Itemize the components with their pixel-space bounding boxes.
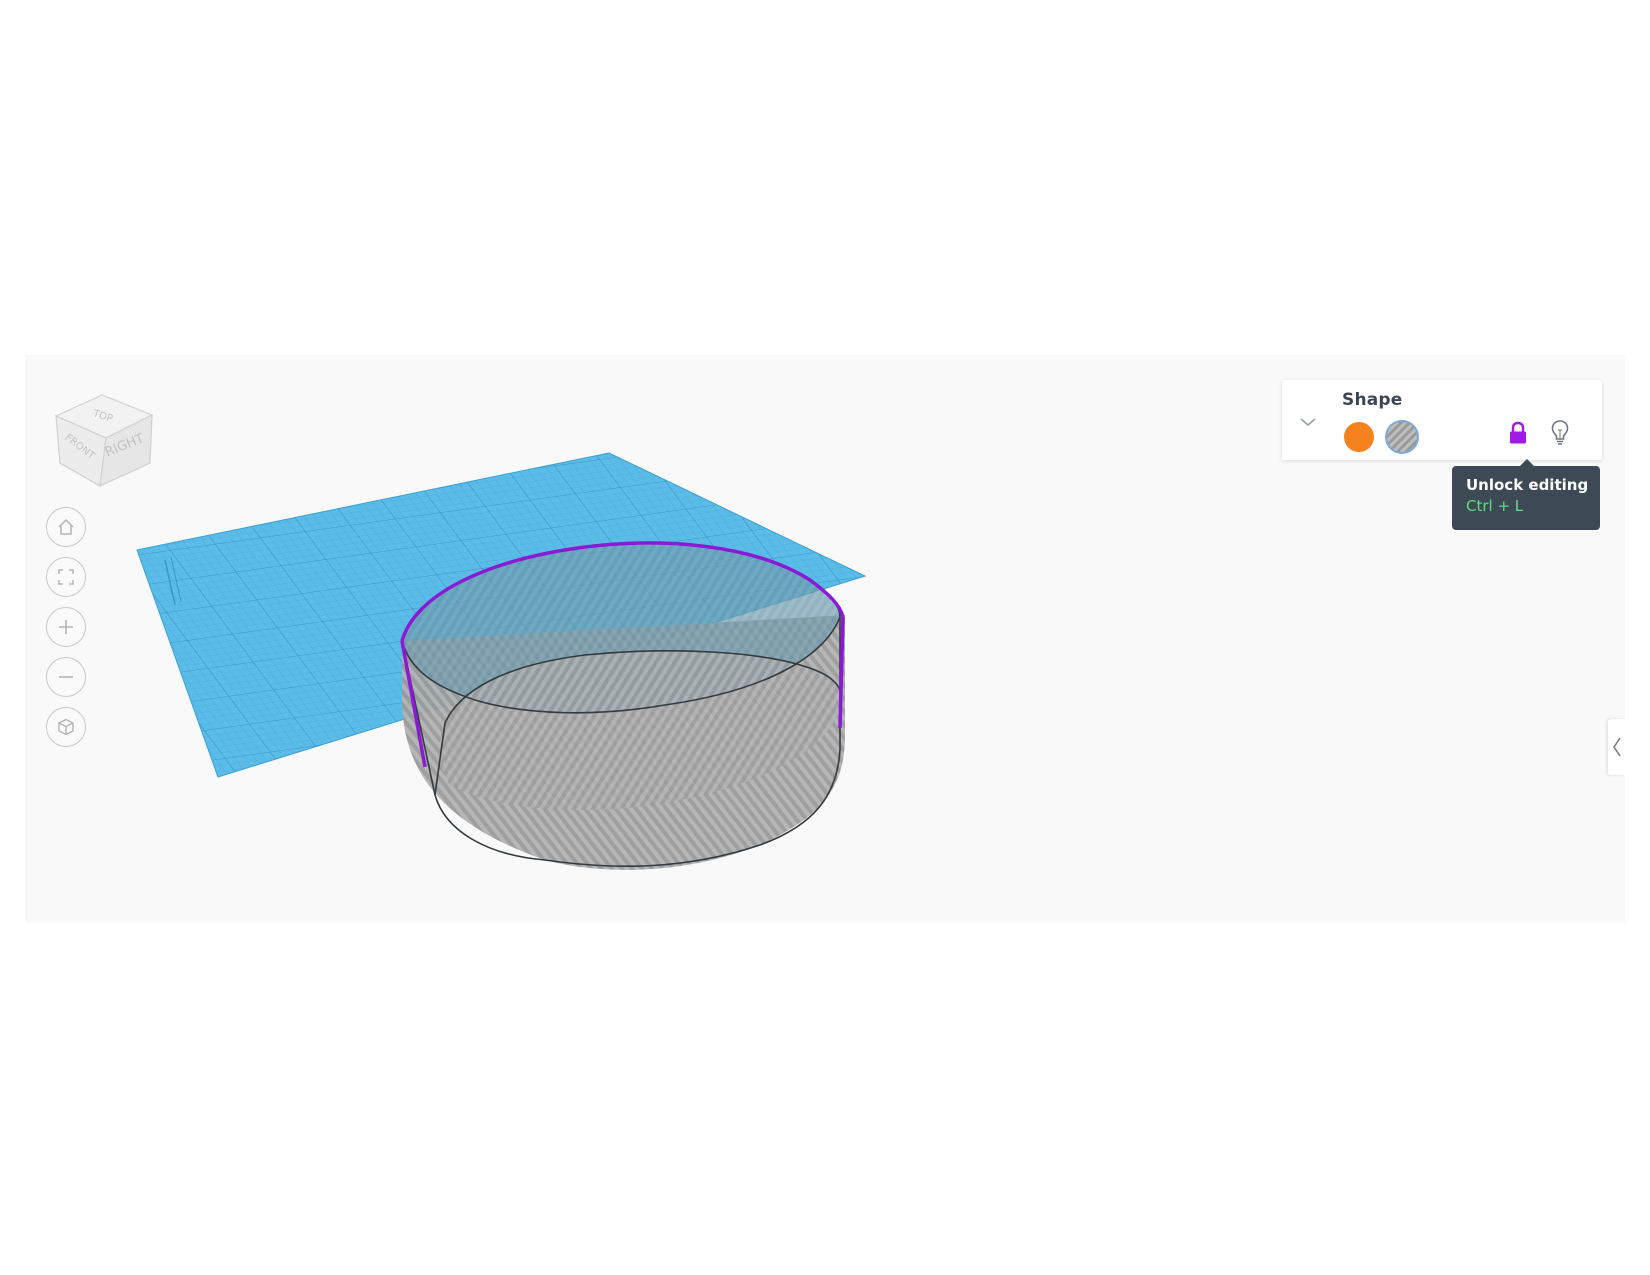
- tooltip-title: Unlock editing: [1466, 476, 1589, 494]
- zoom-in-button[interactable]: [46, 607, 86, 647]
- viewcube[interactable]: TOP FRONT RIGHT: [52, 383, 162, 493]
- minus-icon: [59, 676, 73, 678]
- side-panel-toggle[interactable]: [1608, 719, 1625, 775]
- 3d-viewport[interactable]: TOP FRONT RIGHT Shape Unlock editing Ctr…: [25, 355, 1625, 923]
- panel-title: Shape: [1342, 390, 1403, 410]
- lightbulb-icon[interactable]: [1548, 418, 1572, 448]
- home-icon: [58, 518, 74, 535]
- lock-icon[interactable]: [1506, 420, 1530, 448]
- cube-icon: [58, 718, 74, 736]
- fit-view-button[interactable]: [46, 557, 86, 597]
- fit-frame-icon: [58, 569, 74, 585]
- home-view-button[interactable]: [46, 507, 86, 547]
- tooltip-shortcut: Ctrl + L: [1466, 497, 1524, 515]
- chevron-left-icon: [1612, 737, 1621, 757]
- unlock-editing-tooltip: Unlock editing Ctrl + L: [1452, 459, 1600, 530]
- hole-swatch[interactable]: [1385, 420, 1419, 454]
- chevron-down-icon[interactable]: [1296, 410, 1320, 434]
- solid-swatch[interactable]: [1344, 422, 1374, 452]
- plus-icon: [59, 620, 73, 634]
- hole-cylinder[interactable]: [400, 541, 845, 870]
- projection-toggle-button[interactable]: [46, 707, 86, 747]
- zoom-out-button[interactable]: [46, 657, 86, 697]
- shape-inspector-panel: Shape: [1282, 380, 1602, 460]
